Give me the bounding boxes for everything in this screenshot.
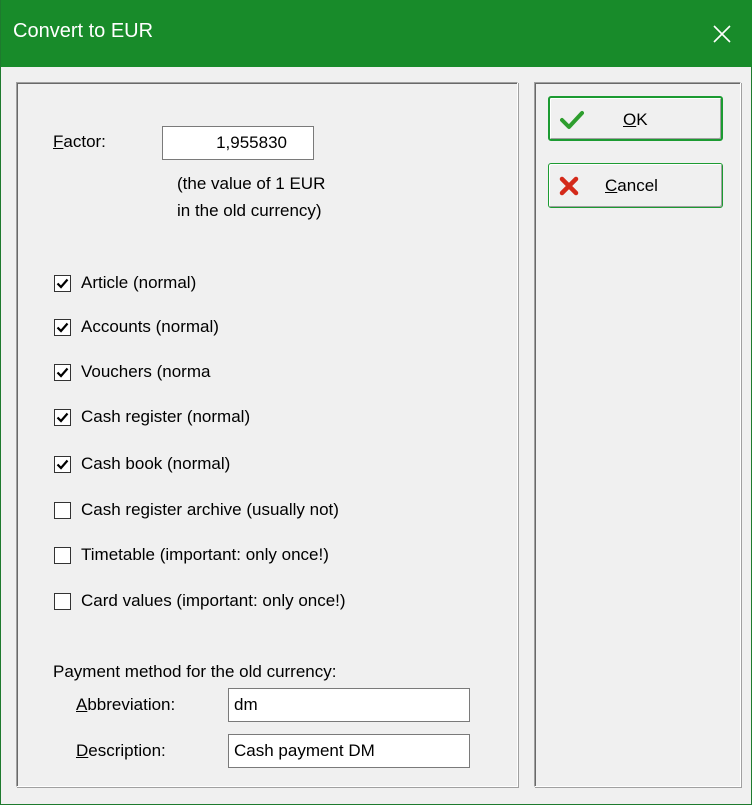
checkbox-cash-register[interactable]: Cash register (normal) [54, 407, 250, 427]
checkbox-label: Article (normal) [81, 273, 197, 292]
check-icon [56, 367, 69, 378]
payment-heading: Payment method for the old currency: [53, 662, 337, 681]
checkbox-box[interactable] [54, 274, 71, 292]
checkbox-box[interactable] [54, 501, 71, 519]
checkbox-box[interactable] [54, 363, 71, 381]
checkbox-label: Cash register (normal) [81, 407, 251, 426]
ok-button-label: OK [623, 110, 648, 130]
checkbox-box[interactable] [54, 592, 71, 610]
ok-button[interactable]: OK [548, 96, 723, 141]
factor-input[interactable] [162, 126, 314, 160]
abbreviation-label-mnemonic: A [76, 695, 88, 714]
checkbox-article[interactable]: Article (normal) [54, 273, 196, 293]
checkbox-accounts[interactable]: Accounts (normal) [54, 317, 219, 337]
ok-label-mnemonic: O [623, 110, 637, 129]
description-label-rest: escription: [88, 741, 166, 760]
checkbox-box[interactable] [54, 546, 71, 564]
abbreviation-input[interactable] [228, 688, 470, 722]
cancel-label-mnemonic: C [605, 176, 618, 195]
checkbox-label: Timetable (important: only once!) [81, 545, 329, 564]
checkbox-box[interactable] [54, 408, 71, 426]
checkbox-cash-book[interactable]: Cash book (normal) [54, 454, 230, 474]
factor-hint-line2: in the old currency) [177, 201, 322, 220]
checkbox-label: Cash register archive (usually not) [81, 500, 339, 519]
factor-hint-line1: (the value of 1 EUR [177, 174, 326, 193]
abbreviation-label: Abbreviation: [76, 695, 175, 715]
description-label: Description: [76, 741, 166, 761]
checkbox-card-values[interactable]: Card values (important: only once!) [54, 591, 346, 611]
check-icon [56, 322, 69, 333]
ok-label-rest: K [636, 110, 648, 129]
cancel-label-rest: ancel [617, 176, 658, 195]
cancel-button-label: Cancel [605, 176, 658, 196]
title-bar[interactable]: Convert to EUR [1, 0, 752, 67]
checkbox-cash-register-archive[interactable]: Cash register archive (usually not) [54, 500, 339, 520]
checkbox-label: Cash book (normal) [81, 454, 231, 473]
checkbox-label: Accounts (normal) [81, 317, 219, 336]
checkbox-label: Card values (important: only once!) [81, 591, 346, 610]
abbreviation-label-rest: bbreviation: [87, 695, 176, 714]
cancel-button[interactable]: Cancel [548, 163, 723, 208]
factor-label-rest: actor: [63, 132, 106, 151]
factor-label-mnemonic: F [53, 132, 64, 151]
description-input[interactable] [228, 734, 470, 768]
checkbox-box[interactable] [54, 455, 71, 473]
checkbox-vouchers[interactable]: Vouchers (norma [54, 362, 210, 382]
checkbox-label: Vouchers (norma [81, 362, 211, 381]
checkbox-box[interactable] [54, 318, 71, 336]
x-cancel-icon [559, 176, 579, 201]
checkmark-icon [560, 110, 584, 135]
checkbox-timetable[interactable]: Timetable (important: only once!) [54, 545, 329, 565]
close-icon [713, 24, 731, 43]
check-icon [56, 278, 69, 289]
check-icon [56, 459, 69, 470]
factor-label: Factor: [53, 132, 106, 152]
description-label-mnemonic: D [76, 741, 89, 760]
window-title: Convert to EUR [13, 20, 154, 42]
check-icon [56, 412, 69, 423]
close-button[interactable] [692, 0, 752, 67]
dialog-window: Convert to EUR Factor: (the value of 1 E… [0, 0, 752, 805]
